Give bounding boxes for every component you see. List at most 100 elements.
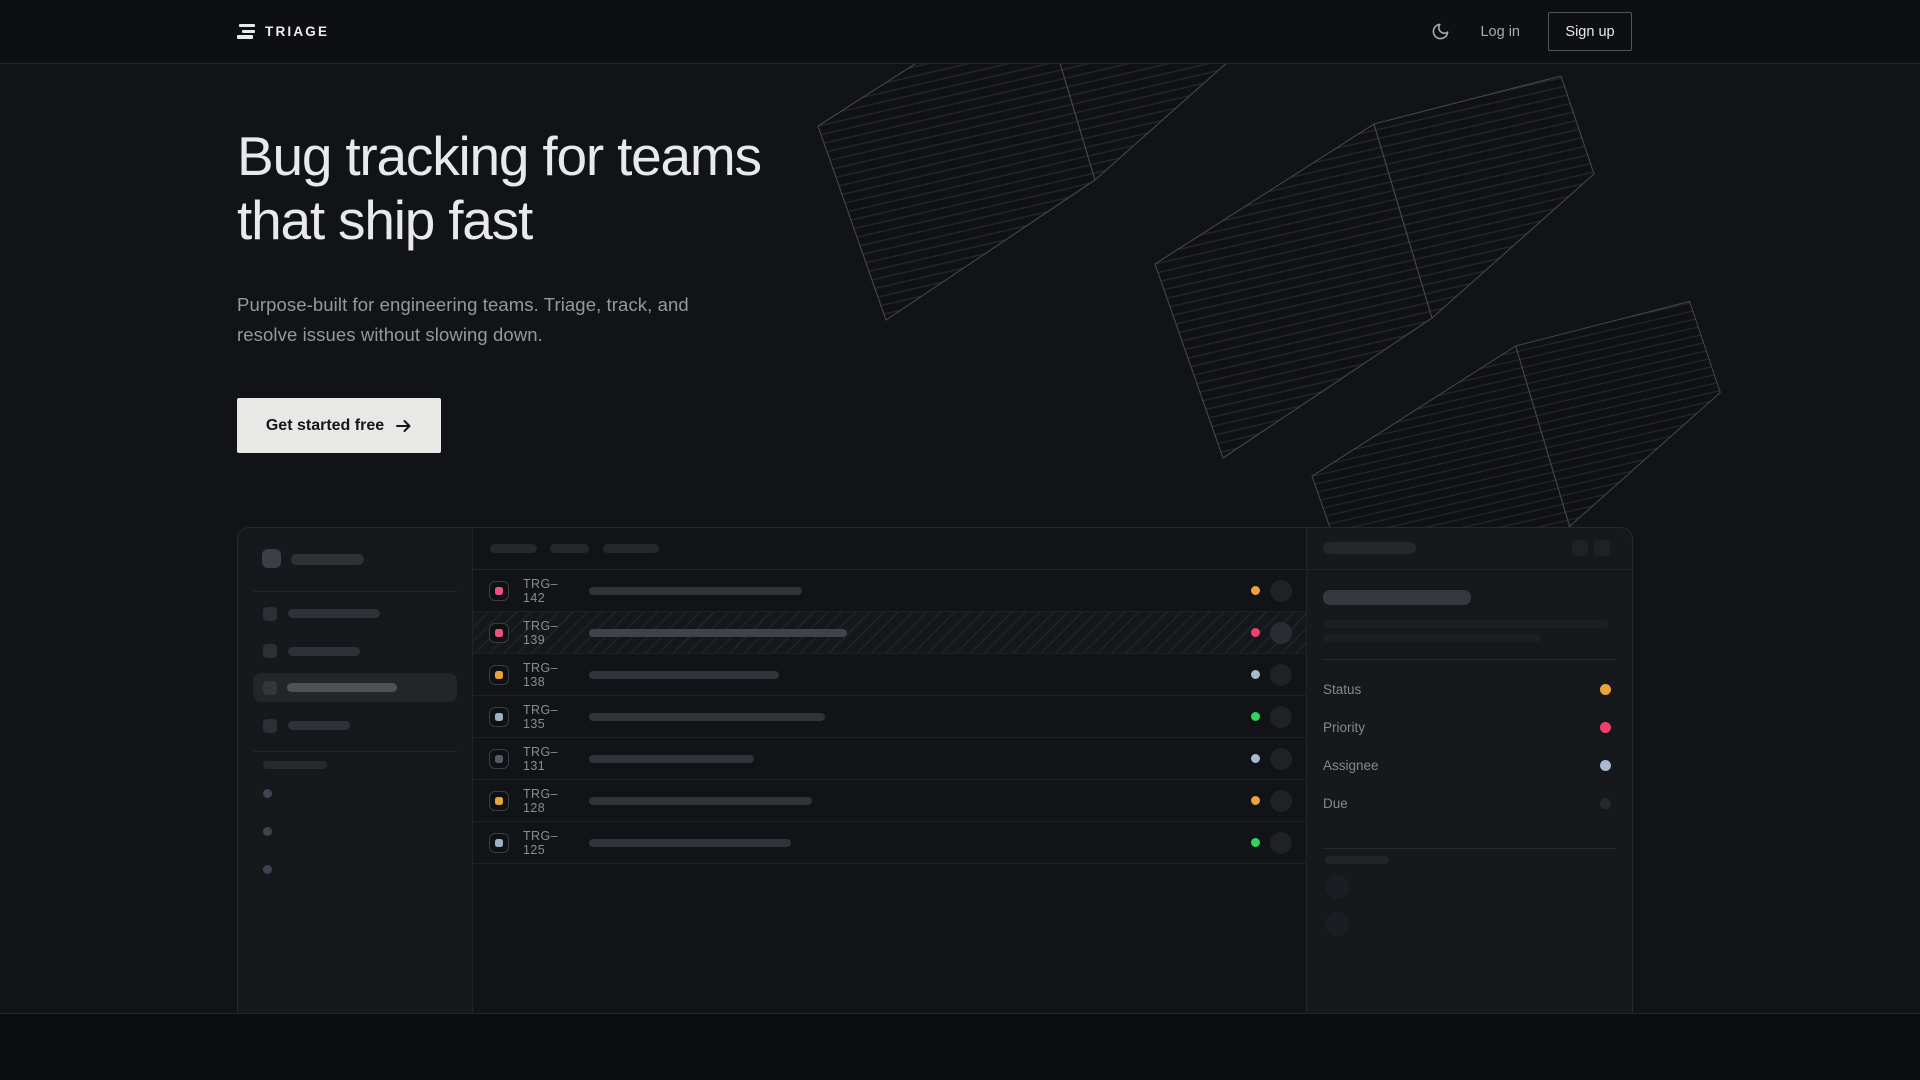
- panel-title-skeleton: [1323, 542, 1416, 554]
- property-rows: Status Priority Assignee Due: [1307, 670, 1632, 822]
- get-started-label: Get started free: [266, 417, 384, 435]
- issue-id: TRG–125: [523, 829, 577, 857]
- description-line-skeleton: [1323, 620, 1608, 628]
- section-label-skeleton: [263, 761, 327, 769]
- panel-action-button-skeleton: [1572, 540, 1588, 556]
- activity-avatar-skeleton: [1325, 875, 1349, 899]
- nav-item-icon-skeleton: [263, 719, 277, 733]
- arrow-right-icon: [395, 418, 412, 434]
- property-label: Priority: [1323, 720, 1365, 735]
- priority-dot: [495, 713, 503, 721]
- issue-title-skeleton: [1323, 590, 1471, 605]
- workspace-avatar-skeleton: [262, 549, 281, 568]
- property-value-dot: [1600, 684, 1611, 695]
- nav-item-icon-skeleton: [263, 644, 277, 658]
- nav-item-label-skeleton: [288, 609, 380, 618]
- signup-button[interactable]: Sign up: [1548, 12, 1632, 51]
- assignee-avatar-skeleton: [1270, 706, 1292, 728]
- status-dot: [1251, 628, 1260, 637]
- priority-icon: [489, 791, 509, 811]
- priority-dot: [495, 839, 503, 847]
- issue-row: TRG–131: [473, 738, 1306, 780]
- status-dot: [1251, 838, 1260, 847]
- status-dot: [1251, 586, 1260, 595]
- priority-icon: [489, 749, 509, 769]
- nav-item-label-skeleton: [287, 683, 397, 692]
- workspace-name-skeleton: [291, 554, 364, 565]
- assignee-avatar-skeleton: [1270, 580, 1292, 602]
- priority-icon: [489, 833, 509, 853]
- priority-dot: [495, 755, 503, 763]
- footer: [0, 1014, 1920, 1080]
- issue-id: TRG–138: [523, 661, 577, 689]
- issue-row: TRG–142: [473, 570, 1306, 612]
- issue-row: TRG–139: [473, 612, 1306, 654]
- issue-id: TRG–131: [523, 745, 577, 773]
- login-link[interactable]: Log in: [1480, 24, 1520, 40]
- issue-title-skeleton: [589, 587, 802, 595]
- sidebar-bullet: [263, 865, 272, 874]
- sidebar-bullet: [263, 827, 272, 836]
- theme-toggle-button[interactable]: [1429, 20, 1452, 43]
- issue-title-skeleton: [589, 797, 812, 805]
- sidebar-divider: [253, 591, 457, 592]
- issue-row: TRG–128: [473, 780, 1306, 822]
- hero-subtitle-line2: resolve issues without slowing down.: [237, 324, 543, 345]
- property-value-dot: [1600, 760, 1611, 771]
- property-label: Due: [1323, 796, 1348, 811]
- mockup-issue-list: TRG–142 TRG–139 TRG–138 TRG–135 TRG–131 TRG–1…: [473, 528, 1306, 1014]
- moon-icon: [1431, 22, 1450, 41]
- hero-title-line2: that ship fast: [237, 189, 532, 251]
- issue-id: TRG–128: [523, 787, 577, 815]
- filter-chip-skeleton: [603, 544, 659, 553]
- property-row: Assignee: [1307, 746, 1632, 784]
- sidebar-divider: [253, 751, 457, 752]
- property-label: Assignee: [1323, 758, 1379, 773]
- issue-id: TRG–139: [523, 619, 577, 647]
- nav-actions: Log in Sign up: [1429, 12, 1632, 51]
- issue-row: TRG–125: [473, 822, 1306, 864]
- nav-item-icon-skeleton: [263, 681, 277, 695]
- panel-header: [1307, 528, 1632, 570]
- activity-label-skeleton: [1325, 856, 1389, 864]
- assignee-avatar-skeleton: [1270, 790, 1292, 812]
- priority-dot: [495, 587, 503, 595]
- issue-id: TRG–142: [523, 577, 577, 605]
- issue-title-skeleton: [589, 671, 779, 679]
- hero-title-line1: Bug tracking for teams: [237, 125, 761, 187]
- property-value-dot: [1600, 722, 1611, 733]
- activity-avatar-skeleton: [1325, 912, 1349, 936]
- property-value-dot: [1600, 798, 1611, 809]
- issue-rows: TRG–142 TRG–139 TRG–138 TRG–135 TRG–131 TRG–1…: [473, 570, 1306, 864]
- assignee-avatar-skeleton: [1270, 664, 1292, 686]
- issue-row: TRG–138: [473, 654, 1306, 696]
- issue-title-skeleton: [589, 839, 791, 847]
- assignee-avatar-skeleton: [1270, 832, 1292, 854]
- priority-dot: [495, 671, 503, 679]
- mockup-detail-panel: Status Priority Assignee Due: [1306, 528, 1632, 1014]
- assignee-avatar-skeleton: [1270, 622, 1292, 644]
- brand[interactable]: TRIAGE: [237, 24, 329, 39]
- nav-item-icon-skeleton: [263, 607, 277, 621]
- hero-subtitle: Purpose-built for engineering teams. Tri…: [237, 290, 689, 350]
- property-row: Priority: [1307, 708, 1632, 746]
- priority-icon: [489, 581, 509, 601]
- panel-action-button-skeleton: [1594, 540, 1610, 556]
- status-dot: [1251, 754, 1260, 763]
- priority-dot: [495, 629, 503, 637]
- status-dot: [1251, 796, 1260, 805]
- nav-inner: TRIAGE Log in Sign up: [237, 0, 1632, 63]
- status-dot: [1251, 670, 1260, 679]
- priority-icon: [489, 707, 509, 727]
- brand-name: TRIAGE: [265, 24, 329, 39]
- get-started-button[interactable]: Get started free: [237, 398, 441, 453]
- property-row: Status: [1307, 670, 1632, 708]
- property-label: Status: [1323, 682, 1361, 697]
- priority-icon: [489, 665, 509, 685]
- issue-row: TRG–135: [473, 696, 1306, 738]
- priority-icon: [489, 623, 509, 643]
- triage-logo-icon: [237, 24, 255, 39]
- hero-subtitle-line1: Purpose-built for engineering teams. Tri…: [237, 294, 689, 315]
- hero-title: Bug tracking for teamsthat ship fast: [237, 124, 761, 252]
- description-line-skeleton: [1323, 634, 1541, 642]
